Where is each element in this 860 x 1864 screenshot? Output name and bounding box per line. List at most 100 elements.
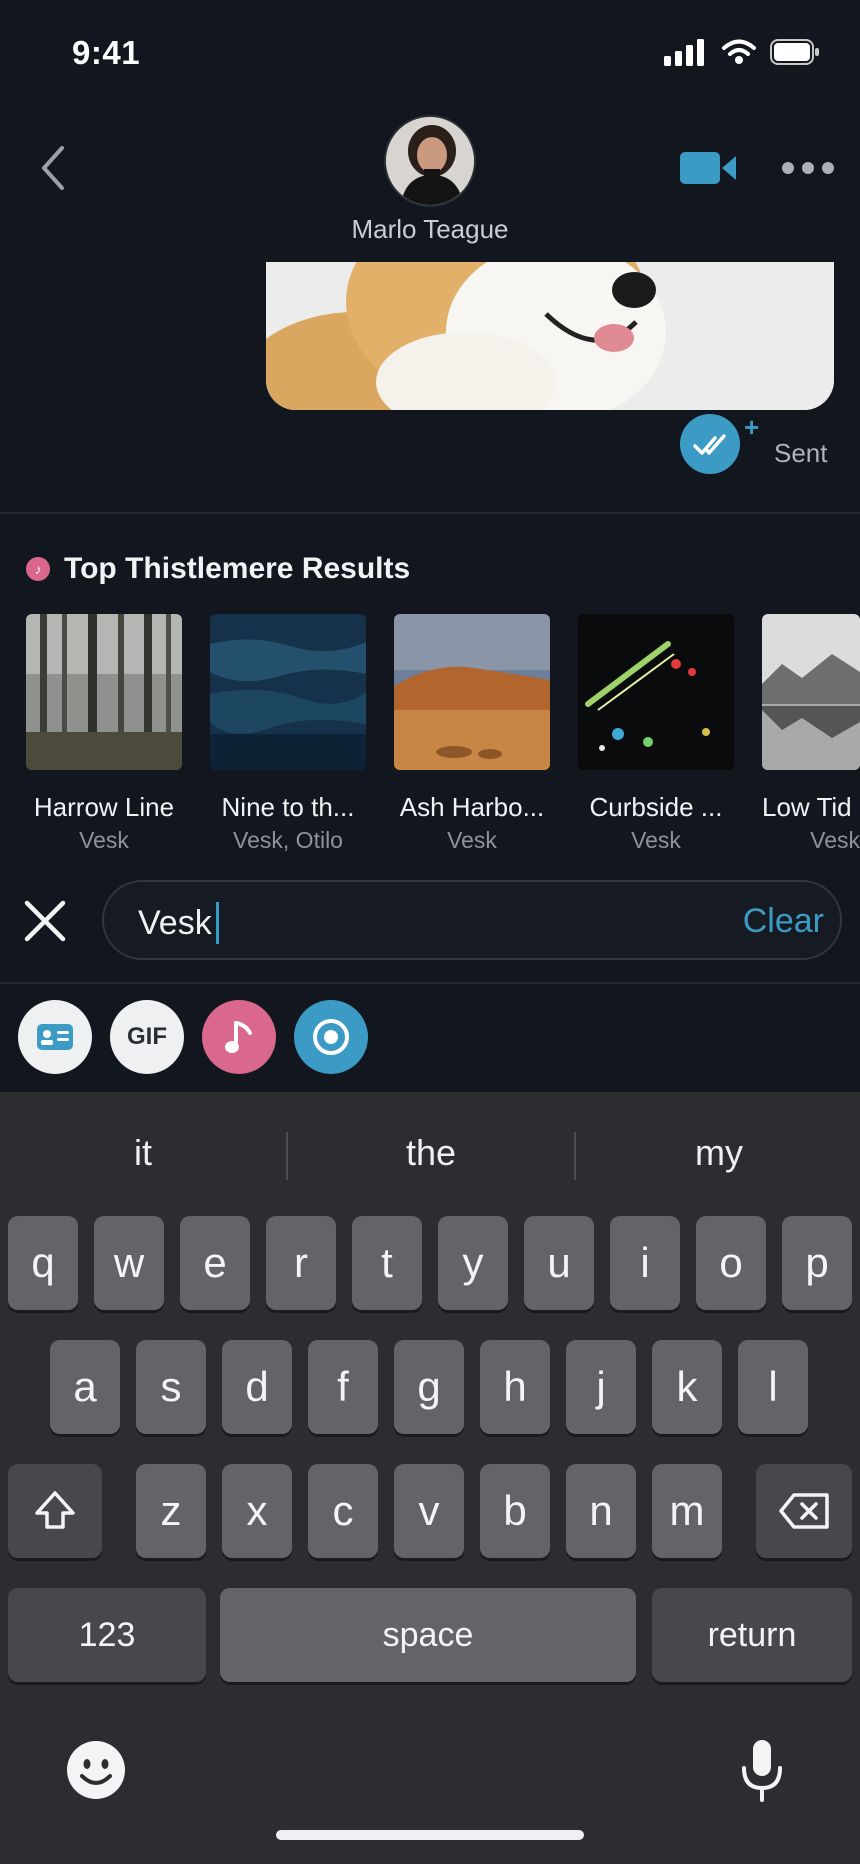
music-note-icon bbox=[225, 1021, 252, 1053]
divider bbox=[0, 512, 860, 514]
track-card[interactable]: Harrow Line Vesk bbox=[26, 614, 182, 854]
chevron-left-icon bbox=[42, 146, 64, 190]
contact-card-button[interactable] bbox=[18, 1000, 92, 1074]
gif-button[interactable]: GIF bbox=[110, 1000, 184, 1074]
key-y[interactable]: y bbox=[438, 1216, 508, 1310]
music-button[interactable] bbox=[202, 1000, 276, 1074]
return-key[interactable]: return bbox=[652, 1588, 852, 1682]
suggestion-2[interactable]: the bbox=[288, 1132, 574, 1174]
numbers-key[interactable]: 123 bbox=[8, 1588, 206, 1682]
key-n[interactable]: n bbox=[566, 1464, 636, 1558]
track-title: Curbside ... bbox=[589, 792, 723, 822]
key-b[interactable]: b bbox=[480, 1464, 550, 1558]
reaction-plus-icon[interactable]: + bbox=[744, 412, 759, 443]
key-q[interactable]: q bbox=[8, 1216, 78, 1310]
track-artist: Vesk bbox=[810, 827, 860, 853]
key-i[interactable]: i bbox=[610, 1216, 680, 1310]
text-caret bbox=[215, 902, 219, 944]
key-a[interactable]: a bbox=[50, 1340, 120, 1434]
key-l[interactable]: l bbox=[738, 1340, 808, 1434]
key-z[interactable]: z bbox=[136, 1464, 206, 1558]
backspace-key[interactable] bbox=[756, 1464, 852, 1558]
suggestion-1[interactable]: it bbox=[0, 1132, 286, 1174]
photo-message[interactable] bbox=[266, 262, 834, 410]
track-artist: Vesk bbox=[79, 827, 129, 853]
search-field[interactable]: Vesk Clear bbox=[102, 880, 842, 960]
status-icons bbox=[664, 38, 820, 66]
key-g[interactable]: g bbox=[394, 1340, 464, 1434]
video-call-button[interactable] bbox=[678, 148, 738, 188]
suggestion-3[interactable]: my bbox=[576, 1132, 860, 1174]
microphone-icon bbox=[742, 1740, 782, 1802]
track-artwork bbox=[210, 614, 366, 770]
emoji-button[interactable] bbox=[66, 1740, 126, 1800]
key-r[interactable]: r bbox=[266, 1216, 336, 1310]
key-w[interactable]: w bbox=[94, 1216, 164, 1310]
key-u[interactable]: u bbox=[524, 1216, 594, 1310]
space-key[interactable]: space bbox=[220, 1588, 636, 1682]
keyboard: it the my q w e r t y u i o p a s d f g … bbox=[0, 1092, 860, 1864]
message-status: Sent bbox=[774, 438, 828, 468]
divider bbox=[0, 982, 860, 984]
emoji-icon bbox=[67, 1741, 125, 1799]
key-o[interactable]: o bbox=[696, 1216, 766, 1310]
key-k[interactable]: k bbox=[652, 1340, 722, 1434]
gif-label: GIF bbox=[127, 1023, 167, 1050]
clear-button[interactable]: Clear bbox=[743, 902, 824, 941]
dog-photo bbox=[266, 262, 834, 410]
search-input[interactable]: Vesk bbox=[138, 902, 219, 944]
chat-screen: 9:41 Marlo Teague + Sent ♪ Top Thistleme… bbox=[0, 0, 860, 1864]
track-card[interactable]: Curbside ... Vesk bbox=[578, 614, 734, 854]
dot-icon bbox=[822, 162, 834, 174]
key-s[interactable]: s bbox=[136, 1340, 206, 1434]
dictation-button[interactable] bbox=[740, 1738, 784, 1804]
track-card[interactable]: Ash Harbo... Vesk bbox=[394, 614, 550, 854]
key-d[interactable]: d bbox=[222, 1340, 292, 1434]
key-x[interactable]: x bbox=[222, 1464, 292, 1558]
sent-check-icon bbox=[680, 414, 740, 474]
key-v[interactable]: v bbox=[394, 1464, 464, 1558]
key-t[interactable]: t bbox=[352, 1216, 422, 1310]
shift-icon bbox=[35, 1491, 75, 1529]
dot-icon bbox=[802, 162, 814, 174]
backspace-icon bbox=[779, 1493, 829, 1529]
key-h[interactable]: h bbox=[480, 1340, 550, 1434]
back-button[interactable] bbox=[30, 138, 74, 198]
target-icon bbox=[313, 1019, 349, 1055]
track-artist: Vesk, Otilo bbox=[233, 827, 343, 853]
avatar[interactable] bbox=[384, 115, 476, 207]
close-icon bbox=[24, 900, 66, 942]
signal-icon bbox=[664, 39, 704, 66]
wifi-icon bbox=[722, 39, 756, 64]
track-artwork bbox=[394, 614, 550, 770]
results-header: ♪ Top Thistlemere Results bbox=[26, 552, 410, 586]
results-title: Top Thistlemere Results bbox=[64, 552, 411, 585]
track-artwork bbox=[578, 614, 734, 770]
battery-icon bbox=[770, 39, 819, 65]
key-m[interactable]: m bbox=[652, 1464, 722, 1558]
more-options-button[interactable] bbox=[782, 150, 834, 186]
key-f[interactable]: f bbox=[308, 1340, 378, 1434]
status-time: 9:41 bbox=[72, 34, 141, 71]
track-title: Nine to th... bbox=[221, 792, 355, 822]
track-artist: Vesk bbox=[447, 827, 497, 853]
key-e[interactable]: e bbox=[180, 1216, 250, 1310]
location-button[interactable] bbox=[294, 1000, 368, 1074]
dot-icon bbox=[782, 162, 794, 174]
contact-name[interactable]: Marlo Teague bbox=[0, 214, 860, 245]
shift-key[interactable] bbox=[8, 1464, 102, 1558]
track-title: Ash Harbo... bbox=[399, 792, 545, 822]
track-artist: Vesk bbox=[631, 827, 681, 853]
close-search-button[interactable] bbox=[22, 898, 68, 944]
home-indicator[interactable] bbox=[276, 1830, 584, 1840]
track-artwork bbox=[26, 614, 182, 770]
key-j[interactable]: j bbox=[566, 1340, 636, 1434]
key-c[interactable]: c bbox=[308, 1464, 378, 1558]
music-note-icon: ♪ bbox=[26, 557, 50, 581]
track-title: Harrow Line bbox=[33, 792, 175, 822]
track-artwork bbox=[762, 614, 860, 770]
track-title: Low Tid bbox=[762, 792, 852, 822]
track-card[interactable]: Nine to th... Vesk, Otilo bbox=[210, 614, 366, 854]
key-p[interactable]: p bbox=[782, 1216, 852, 1310]
track-card[interactable]: Low Tid Vesk bbox=[762, 614, 860, 854]
